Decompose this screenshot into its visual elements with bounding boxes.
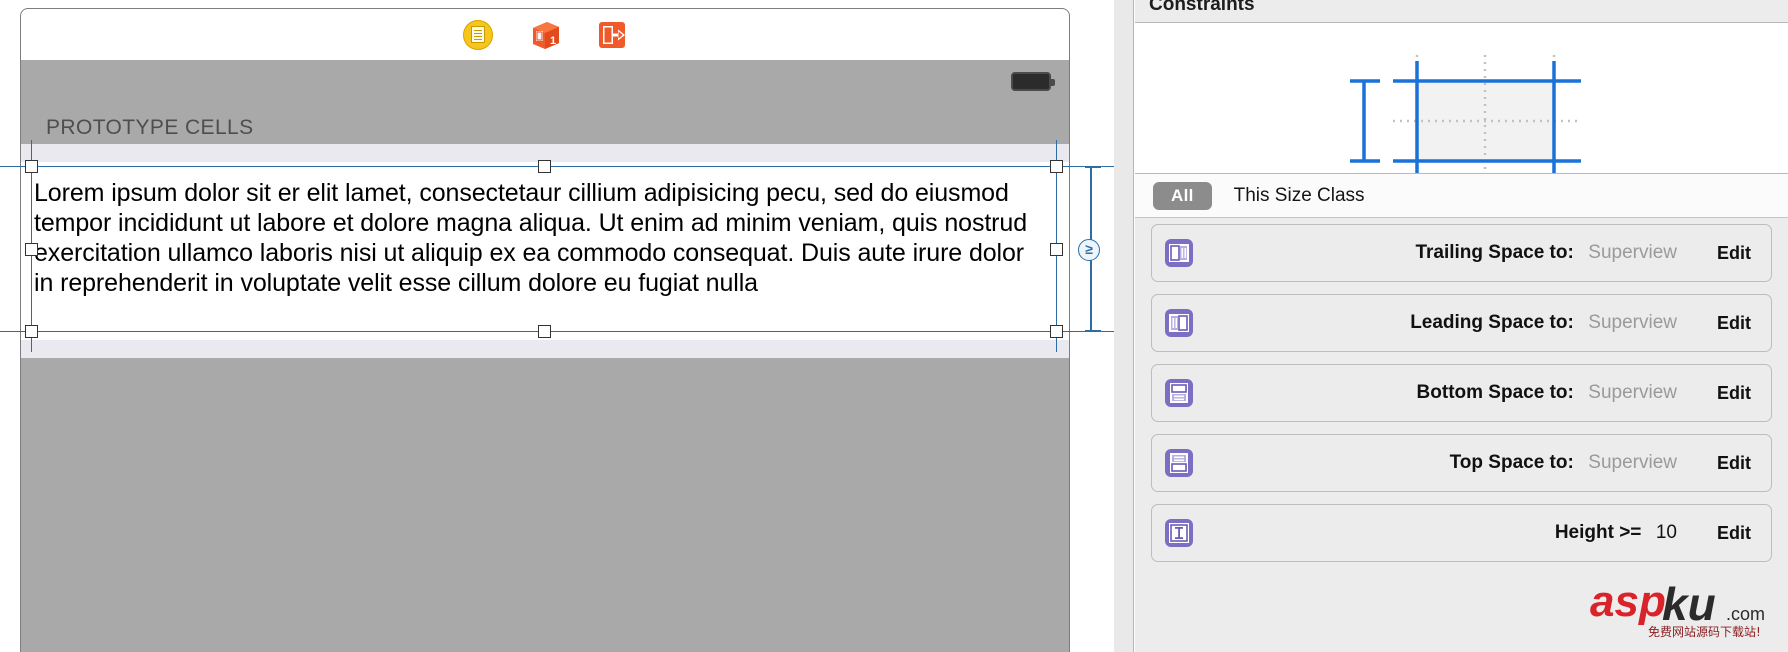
cell-separator-bottom — [20, 340, 1070, 358]
first-responder-cube-icon[interactable]: 1 — [529, 20, 561, 50]
resize-handle-bottom-left[interactable] — [25, 325, 38, 338]
view-controller-icon-glyph — [463, 19, 493, 50]
constraint-value: 10 — [1655, 522, 1677, 543]
constraint-text-wrap: Height >= 10 — [1194, 522, 1677, 544]
constraint-value: Superview — [1588, 382, 1677, 403]
constraint-row-leading-space[interactable]: Leading Space to: Superview Edit — [1151, 294, 1772, 352]
resize-handle-top-right[interactable] — [1050, 160, 1063, 173]
height-constraint-icon — [1164, 518, 1194, 548]
constraint-row-top-space[interactable]: Top Space to: Superview Edit — [1151, 434, 1772, 492]
pane-divider[interactable] — [1114, 0, 1134, 652]
constraint-label: Bottom Space to: — [1416, 382, 1574, 403]
table-section-header: PROTOTYPE CELLS — [46, 116, 254, 139]
scene-dock: 1 — [20, 8, 1070, 60]
constraint-value: Superview — [1588, 312, 1677, 333]
constraint-diagram[interactable] — [1135, 22, 1788, 174]
bottom-space-constraint-icon — [1164, 378, 1194, 408]
first-responder-cube-svg: 1 — [533, 21, 559, 49]
constraint-value: Superview — [1588, 452, 1677, 473]
xcode-interface-builder-window: 1 PROTOTYPE CELLS Lorem ipsum dolor sit … — [0, 0, 1788, 652]
view-controller-icon-lines — [471, 26, 485, 43]
edit-button[interactable]: Edit — [1717, 243, 1751, 264]
inspector-section-title: Constraints — [1149, 0, 1255, 15]
constraint-row-height[interactable]: Height >= 10 Edit — [1151, 504, 1772, 562]
edit-button[interactable]: Edit — [1717, 383, 1751, 404]
size-class-all-pill[interactable]: All — [1153, 181, 1212, 210]
resize-handle-middle-left[interactable] — [25, 243, 38, 256]
selection-guide-top — [0, 166, 1114, 167]
view-controller-icon[interactable] — [463, 19, 493, 50]
resize-handle-top-left[interactable] — [25, 160, 38, 173]
svg-text:1: 1 — [550, 35, 556, 47]
constraint-row-trailing-space[interactable]: Trailing Space to: Superview Edit — [1151, 224, 1772, 282]
battery-icon — [1011, 72, 1055, 91]
resize-handle-middle-right[interactable] — [1050, 243, 1063, 256]
selected-label-text[interactable]: Lorem ipsum dolor sit er elit lamet, con… — [34, 178, 1046, 298]
constraints-list: Trailing Space to: Superview Edit Leadin… — [1135, 224, 1788, 574]
edit-button[interactable]: Edit — [1717, 523, 1751, 544]
exit-segue-icon[interactable] — [597, 20, 627, 50]
edit-button[interactable]: Edit — [1717, 313, 1751, 334]
size-class-row[interactable]: All This Size Class — [1135, 174, 1788, 218]
trailing-space-constraint-icon — [1164, 238, 1194, 268]
resize-handle-top-center[interactable] — [538, 160, 551, 173]
table-view-background[interactable] — [20, 358, 1070, 652]
leading-space-constraint-icon — [1164, 308, 1194, 338]
constraint-text-wrap: Top Space to: Superview — [1194, 452, 1677, 474]
constraint-value: Superview — [1588, 242, 1677, 263]
constraint-text-wrap: Bottom Space to: Superview — [1194, 382, 1677, 404]
constraint-label: Trailing Space to: — [1415, 242, 1574, 263]
size-class-label: This Size Class — [1233, 184, 1365, 206]
selection-guide-bottom — [0, 331, 1114, 332]
constraint-label: Top Space to: — [1449, 452, 1574, 473]
size-inspector-panel: Constraints All This Size Class Trailing… — [1135, 0, 1788, 652]
storyboard-canvas[interactable]: 1 PROTOTYPE CELLS Lorem ipsum dolor sit … — [0, 0, 1114, 652]
constraint-row-bottom-space[interactable]: Bottom Space to: Superview Edit — [1151, 364, 1772, 422]
top-space-constraint-icon — [1164, 448, 1194, 478]
exit-segue-svg — [599, 21, 625, 48]
constraint-label: Leading Space to: — [1410, 312, 1574, 333]
constraint-diagram-svg — [1350, 55, 1581, 173]
constraint-text-wrap: Leading Space to: Superview — [1194, 312, 1677, 334]
edit-button[interactable]: Edit — [1717, 453, 1751, 474]
resize-handle-bottom-center[interactable] — [538, 325, 551, 338]
constraint-label: Height >= — [1554, 522, 1642, 543]
height-constraint-badge[interactable]: ≥ — [1078, 239, 1100, 261]
resize-handle-bottom-right[interactable] — [1050, 325, 1063, 338]
constraint-text-wrap: Trailing Space to: Superview — [1194, 242, 1677, 264]
